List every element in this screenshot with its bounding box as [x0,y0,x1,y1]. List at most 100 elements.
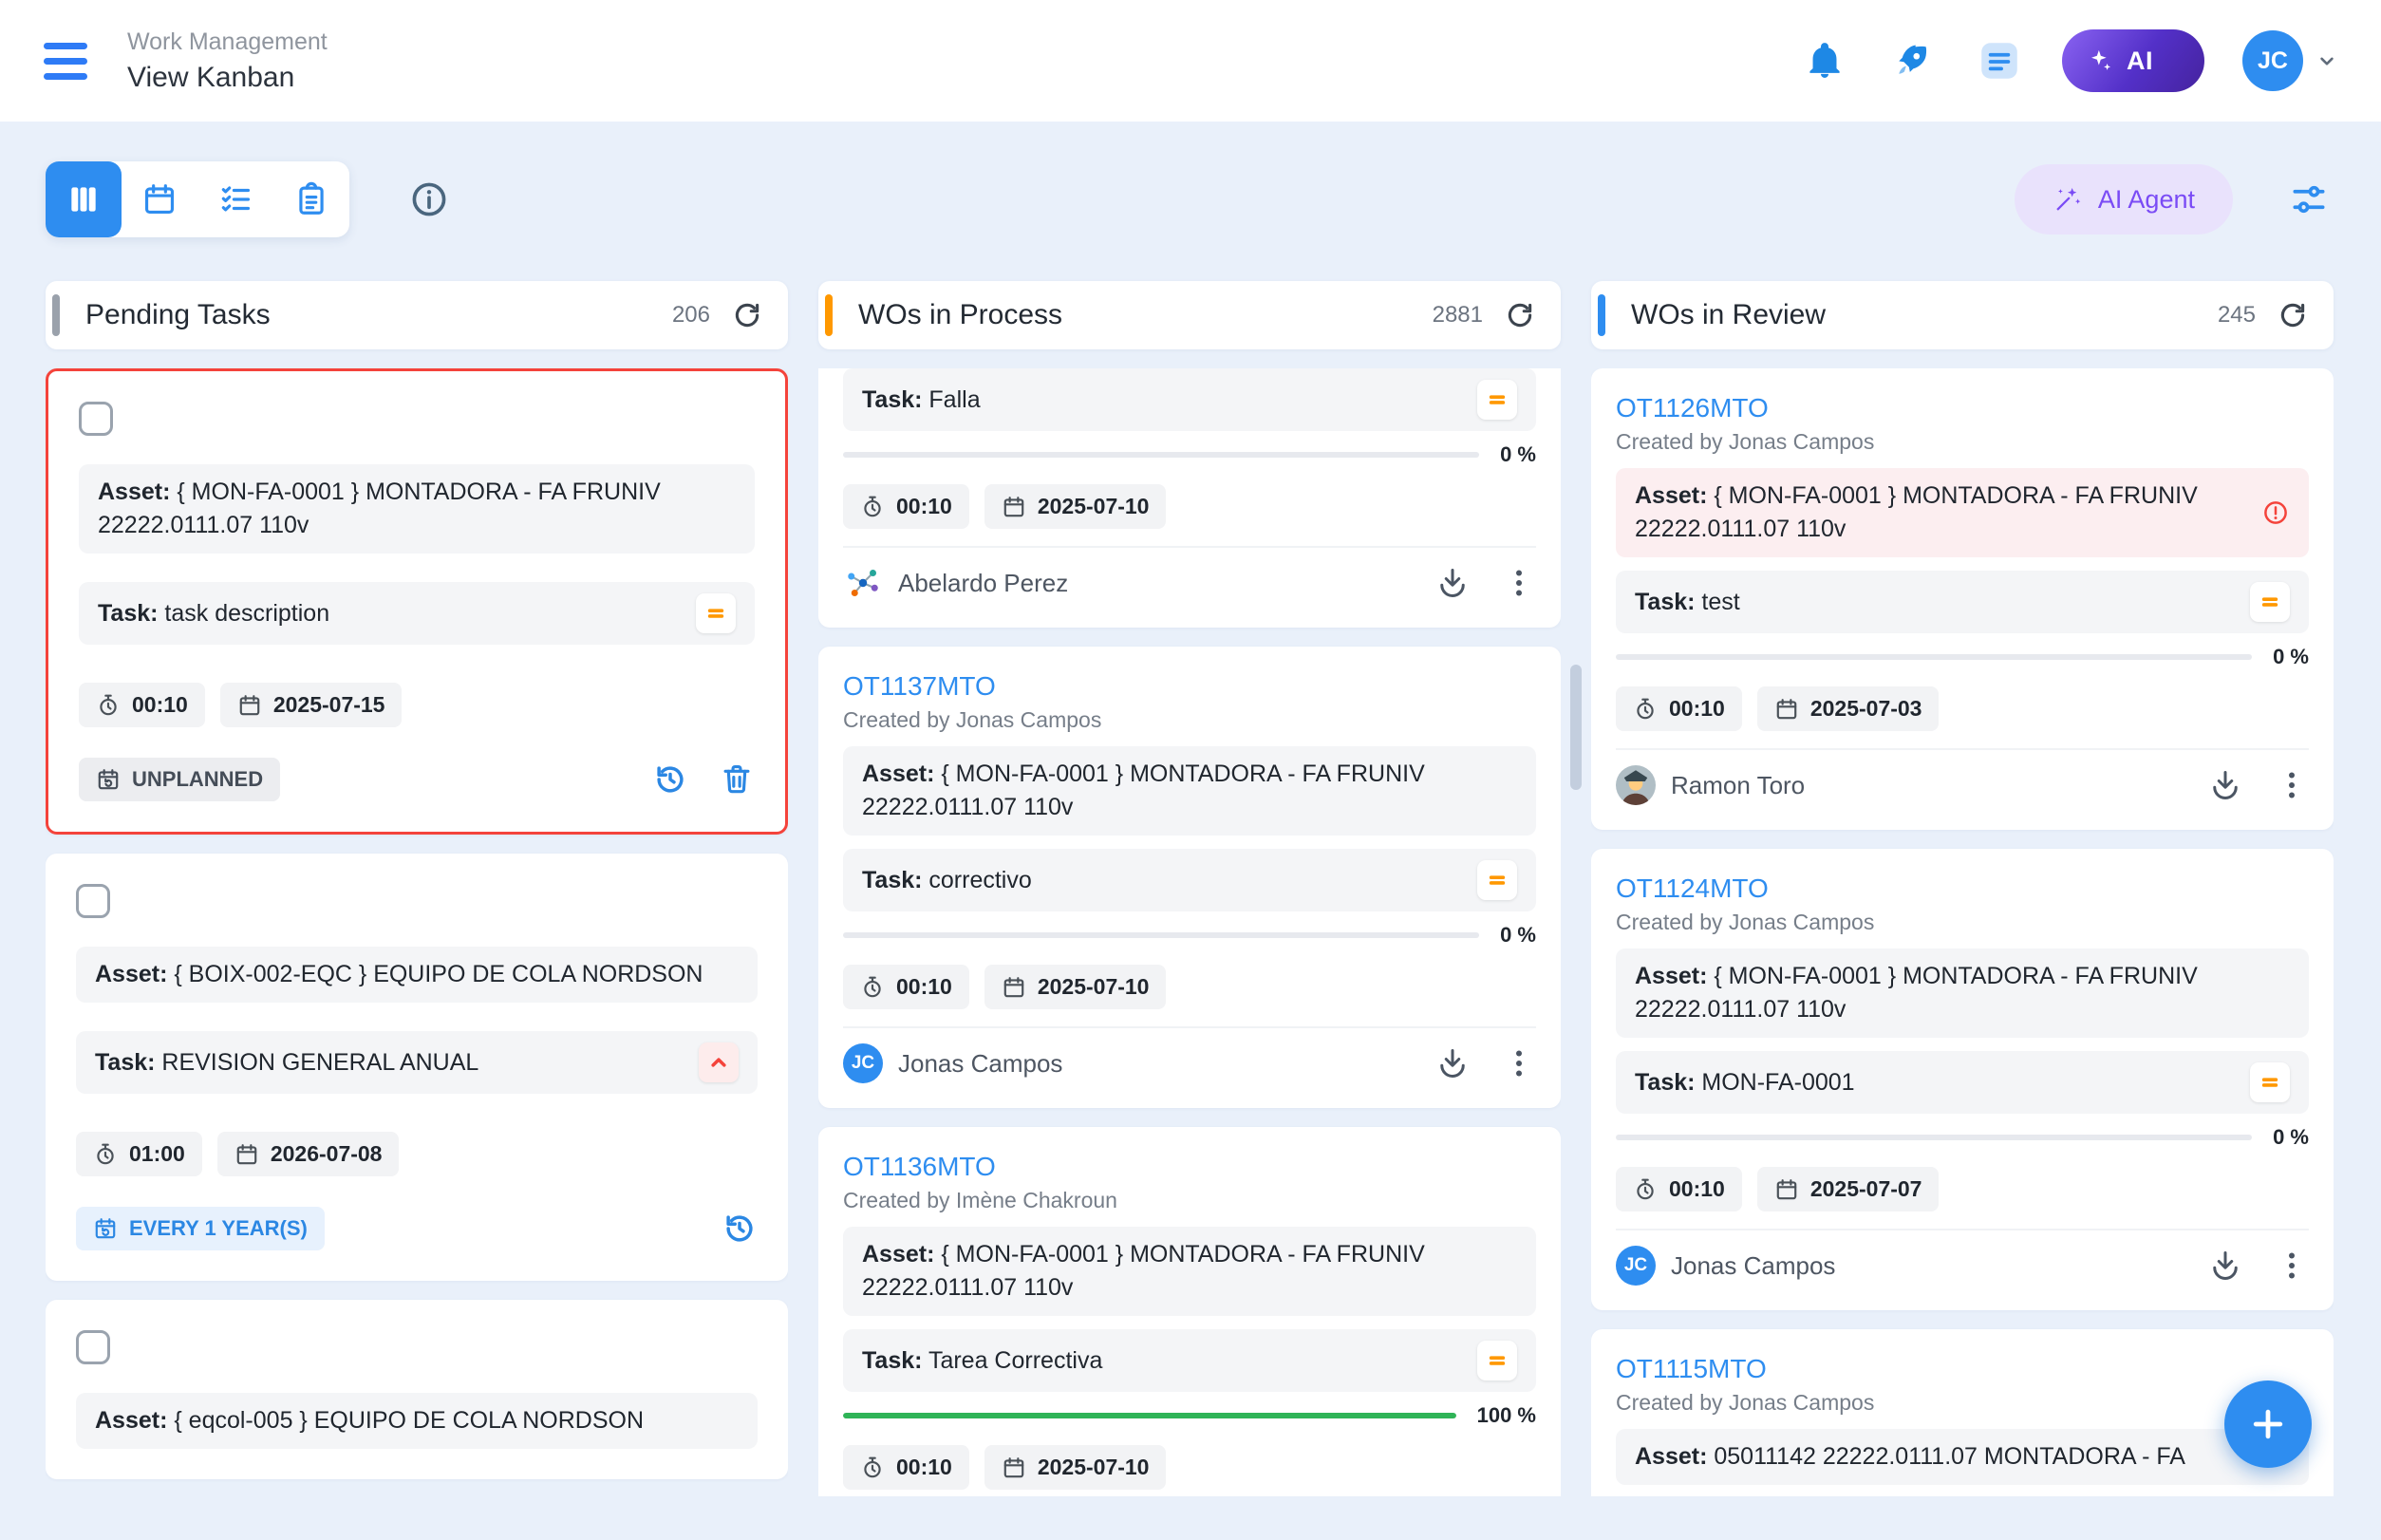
task-checkbox[interactable] [79,402,113,436]
wo-card[interactable]: OT1136MTO Created by Imène Chakroun Asse… [818,1127,1561,1496]
ai-button[interactable]: AI [2062,29,2204,92]
more-button[interactable] [1502,1046,1536,1080]
ai-agent-button[interactable]: AI Agent [2015,164,2233,235]
wo-card[interactable]: OT1124MTO Created by Jonas Campos Asset:… [1591,849,2334,1310]
column-title: WOs in Review [1631,299,1826,331]
filter-icon [2288,178,2330,220]
filter-button[interactable] [2284,175,2334,224]
wo-card[interactable]: OT1126MTO Created by Jonas Campos Asset:… [1591,368,2334,830]
wo-number-link[interactable]: OT1115MTO [1616,1354,1767,1384]
asset-value: { MON-FA-0001 } MONTADORA - FA FRUNIV 22… [98,479,661,538]
progress-bar [1616,1135,2252,1140]
view-clipboard-button[interactable] [273,161,349,237]
progress-label: 100 % [1477,1403,1536,1428]
task-field: Task: Tarea Correctiva [843,1329,1536,1392]
wo-number-link[interactable]: OT1136MTO [843,1152,996,1182]
column-body: Asset: { MON-FA-0001 } MONTADORA - FA FR… [46,368,788,1496]
restore-button[interactable] [722,1211,758,1247]
download-button[interactable] [2208,1249,2242,1283]
download-button[interactable] [1435,566,1470,600]
date-chip: 2025-07-07 [1757,1167,1940,1211]
creator-name: Jonas Campos [956,707,1101,732]
refresh-button[interactable] [2277,299,2309,331]
hamburger-icon [44,58,87,65]
card-actions [2208,768,2309,802]
user-avatar[interactable]: JC [2242,30,2303,91]
asset-text: Asset: { MON-FA-0001 } MONTADORA - FA FR… [862,1238,1517,1305]
wo-card[interactable]: OT1115MTO Created by Jonas Campos Asset:… [1591,1329,2334,1496]
asset-text: Asset: { BOIX-002-EQC } EQUIPO DE COLA N… [95,958,739,991]
duration-chip: 00:10 [843,1445,969,1490]
kanban-board: Pending Tasks 206 Asset: { MON-FA-0001 }… [46,281,2334,1496]
column-count: 2881 [1433,302,1483,329]
progress-label: 0 % [1500,923,1536,948]
wo-card[interactable]: Task: Falla 0 % 00:10 2025 [818,368,1561,628]
kebab-icon [1502,1046,1536,1080]
wo-number-link[interactable]: OT1124MTO [1616,873,1769,904]
restore-button[interactable] [652,761,688,798]
created-by: Created by Imène Chakroun [843,1188,1536,1213]
history-icon [652,761,688,798]
refresh-icon [1504,299,1536,331]
wo-number-link[interactable]: OT1126MTO [1616,393,1769,423]
progress-row: 0 % [1616,645,2309,669]
priority-medium-icon [2250,582,2290,622]
wo-card[interactable]: OT1137MTO Created by Jonas Campos Asset:… [818,647,1561,1108]
assignee-row: Abelardo Perez [843,546,1536,603]
column-accent-bar [1598,294,1605,336]
history-icon [722,1211,758,1247]
asset-field: Asset: 05011142 22222.0111.07 MONTADORA … [1616,1429,2309,1485]
column-scrollbar[interactable] [1570,665,1582,790]
meta-row: 01:00 2026-07-08 [76,1132,758,1176]
task-checkbox[interactable] [76,1330,110,1364]
asset-value: { MON-FA-0001 } MONTADORA - FA FRUNIV 22… [862,761,1425,820]
task-label: Task: [862,1347,922,1374]
task-value: REVISION GENERAL ANUAL [161,1049,478,1076]
task-checkbox[interactable] [76,884,110,918]
wo-number-link[interactable]: OT1137MTO [843,671,996,702]
view-calendar-button[interactable] [122,161,197,237]
more-button[interactable] [1502,566,1536,600]
info-button[interactable] [403,173,456,226]
pending-task-card[interactable]: Asset: { BOIX-002-EQC } EQUIPO DE COLA N… [46,854,788,1281]
card-actions [1435,1046,1536,1080]
creator-name: Jonas Campos [1729,429,1874,454]
download-button[interactable] [1435,1046,1470,1080]
view-switcher [46,161,349,237]
more-button[interactable] [2275,768,2309,802]
column-header: WOs in Review 245 [1591,281,2334,349]
add-button[interactable] [2224,1380,2312,1468]
notifications-button[interactable] [1800,36,1849,85]
asset-text: Asset: { eqcol-005 } EQUIPO DE COLA NORD… [95,1404,739,1437]
profile-menu[interactable]: JC [2242,30,2339,91]
trash-icon [719,761,755,798]
delete-button[interactable] [719,761,755,798]
schedule-badge: UNPLANNED [79,758,280,801]
refresh-button[interactable] [731,299,763,331]
task-value: test [1701,589,1739,615]
duration-value: 00:10 [896,494,952,519]
hamburger-icon [44,43,87,49]
download-button[interactable] [2208,768,2242,802]
view-list-button[interactable] [197,161,273,237]
menu-button[interactable] [38,37,93,85]
priority-medium-icon [1477,1341,1517,1380]
refresh-icon [2277,299,2309,331]
view-kanban-button[interactable] [46,161,122,237]
date-value: 2025-07-10 [1038,494,1150,519]
refresh-button[interactable] [1504,299,1536,331]
pending-task-card[interactable]: Asset: { MON-FA-0001 } MONTADORA - FA FR… [46,368,788,835]
activity-feed-button[interactable] [1975,36,2024,85]
date-value: 2025-07-03 [1810,696,1922,722]
pending-task-card[interactable]: Asset: { eqcol-005 } EQUIPO DE COLA NORD… [46,1300,788,1479]
assignee-name: Jonas Campos [1671,1251,1835,1281]
assignee-row: Ramon Toro [1616,748,2309,805]
more-button[interactable] [2275,1249,2309,1283]
kebab-icon [1502,566,1536,600]
task-label: Task: [95,1049,155,1076]
launch-button[interactable] [1887,36,1937,85]
assignee-name: Ramon Toro [1671,771,1805,800]
asset-text: Asset: { MON-FA-0001 } MONTADORA - FA FR… [862,758,1517,824]
meta-row: 00:10 2025-07-15 [79,683,755,727]
asset-label: Asset: [98,479,170,505]
